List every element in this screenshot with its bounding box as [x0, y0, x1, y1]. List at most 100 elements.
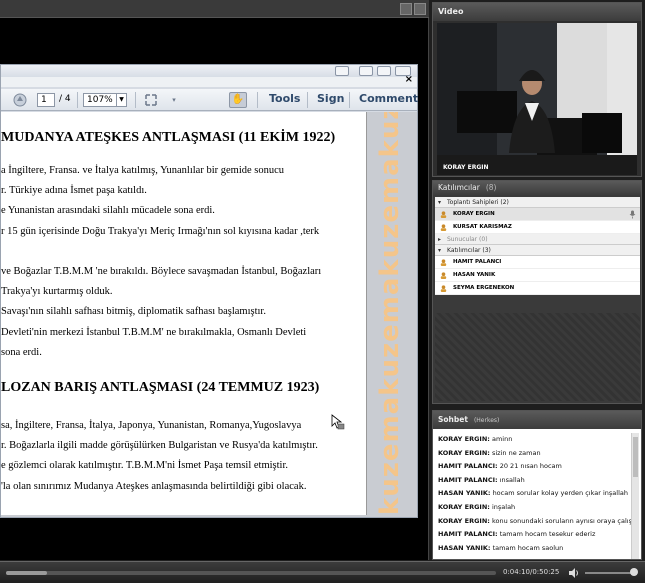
chat-message-list: KORAY ERGIN: aminn KORAY ERGIN: sizin ne …: [433, 433, 631, 559]
attendee-name: KORAY ERGIN: [453, 211, 495, 217]
chat-sender: HAMIT PALANCI:: [438, 530, 498, 539]
pdf-titlebar: [1, 65, 417, 77]
attendees-title: Katılımcılar: [438, 183, 480, 192]
attendee-row[interactable]: HAMIT PALANCI: [435, 256, 640, 269]
page-number-input[interactable]: 1: [37, 93, 55, 107]
chat-sender: KORAY ERGIN:: [438, 502, 490, 511]
document-text-line: r. Boğazlarla ilgili madde görüşülürken …: [1, 440, 318, 452]
tools-button[interactable]: Tools: [269, 92, 300, 105]
section-heading-lozan: LOZAN BARIŞ ANTLAŞMASI (24 TEMMUZ 1923): [1, 380, 320, 395]
zoom-select[interactable]: 107% ▼: [83, 93, 127, 107]
attendee-row[interactable]: HASAN YANIK: [435, 269, 640, 282]
chevron-down-icon[interactable]: ▼: [116, 94, 126, 106]
document-text-line: sa, İngiltere, Fransa, İtalya, Japonya, …: [1, 420, 302, 431]
document-text-line: 'la olan sınırımız Mudanya Ateşkes anlaş…: [1, 480, 307, 492]
attendee-group[interactable]: ▾ Katılımcılar (3): [435, 245, 640, 256]
attendees-pod: Katılımcılar (8) ▾ Toplantı Sahipleri (2) K…: [432, 180, 642, 404]
document-text-line: r 15 gün içerisinde Doğu Trakya'yı Meriç…: [1, 225, 320, 237]
chat-message: HASAN YANIK: tamam hocam saolun: [438, 542, 631, 556]
attendee-name: KURSAT KARISMAZ: [453, 224, 512, 230]
chat-sender: KORAY ERGIN:: [438, 448, 490, 457]
share-maximize-button[interactable]: [414, 3, 426, 15]
share-minimize-button[interactable]: [400, 3, 412, 15]
document-text-line: r. Türkiye adına İsmet paşa katıldı.: [1, 185, 147, 197]
attendee-row[interactable]: KORAY ERGIN: [435, 208, 640, 221]
webcam-feed[interactable]: KORAY ERGIN: [437, 23, 637, 175]
chat-title: Sohbet: [438, 415, 468, 424]
attendee-group[interactable]: ▸ Sunucular (0): [435, 234, 640, 245]
playback-bar: 0:04:10/0:50:25: [0, 561, 645, 583]
chat-text: hocam sorular kolay yerden çıkar inşalla…: [490, 489, 628, 498]
chat-sender: HAMIT PALANCI:: [438, 475, 498, 484]
attendees-pod-title: Katılımcılar (8): [433, 181, 641, 195]
document-text-line: a İngiltere, Fransa. ve İtalya katılmış,…: [1, 165, 285, 176]
toolbar-divider: [307, 92, 308, 108]
attendee-name: SEYMA ERGENEKON: [453, 285, 515, 291]
restore-icon[interactable]: [335, 66, 349, 76]
maximize-icon[interactable]: [377, 66, 391, 76]
attendee-name: HASAN YANIK: [453, 272, 496, 278]
chat-text: konu sonundaki soruların aynısı oraya ça…: [489, 516, 631, 525]
user-icon: [440, 211, 447, 218]
chat-audience[interactable]: (Herkes): [474, 417, 499, 424]
attendee-row[interactable]: KURSAT KARISMAZ: [435, 221, 640, 234]
chat-message: KORAY ERGIN: aminn: [438, 433, 631, 447]
close-document-icon[interactable]: ×: [405, 74, 413, 85]
minimize-icon[interactable]: [359, 66, 373, 76]
share-pod-topbar: [0, 0, 429, 18]
chat-sender: KORAY ERGIN:: [438, 516, 490, 525]
page-up-icon[interactable]: [13, 93, 27, 107]
playback-time: 0:04:10/0:50:25: [503, 568, 560, 576]
presenter-name-overlay: KORAY ERGIN: [443, 164, 489, 171]
document-text-line: Savaşı'nın silahlı safhası bitmiş, diplo…: [1, 306, 266, 318]
chat-message: HAMIT PALANCI: ınsallah: [438, 474, 631, 488]
chat-message: KORAY ERGIN: konu sonundaki soruların ay…: [438, 515, 631, 529]
playback-progress-track[interactable]: [6, 571, 496, 575]
chat-sender: KORAY ERGIN:: [438, 435, 490, 443]
video-pod-title: Video: [433, 3, 641, 21]
watermark-text: kuzemakuzemakuzemakuzemakuzemakuz: [375, 112, 405, 515]
toolbar-divider: [77, 92, 78, 108]
document-text-line: e Yunanistan arasındaki silahlı mücadele…: [1, 205, 215, 217]
chat-text: tamam hocam saolun: [490, 543, 564, 552]
volume-slider-knob[interactable]: [630, 568, 638, 576]
attendee-name: HAMIT PALANCI: [453, 259, 502, 265]
attendee-row[interactable]: SEYMA ERGENEKON: [435, 282, 640, 295]
toolbar-divider: [135, 92, 136, 108]
attendee-group-label: Katılımcılar (3): [447, 247, 491, 254]
chat-text: tamam hocam tesekur ederiz: [497, 530, 596, 539]
volume-slider-track[interactable]: [585, 572, 635, 574]
attendee-group[interactable]: ▾ Toplantı Sahipleri (2): [435, 197, 640, 208]
chat-message: KORAY ERGIN: sizin ne zaman: [438, 447, 631, 461]
pdf-document-area[interactable]: MUDANYA ATEŞKES ANTLAŞMASI (11 EKİM 1922…: [1, 112, 417, 517]
collapse-arrow-icon[interactable]: ▾: [438, 197, 441, 208]
expand-arrow-icon[interactable]: ▸: [438, 234, 441, 245]
collapse-arrow-icon[interactable]: ▾: [438, 245, 441, 256]
toolbar-divider: [257, 92, 258, 108]
chat-text: 20 21 nısan hocam: [497, 462, 562, 471]
section-heading-mudanya: MUDANYA ATEŞKES ANTLAŞMASI (11 EKİM 1922…: [1, 130, 336, 145]
hand-tool-icon[interactable]: ✋: [229, 92, 247, 108]
chat-sender: HAMIT PALANCI:: [438, 462, 498, 471]
chat-text: sizin ne zaman: [489, 448, 541, 457]
comment-button[interactable]: Comment: [359, 92, 418, 105]
toolbar-menu-chevron-icon[interactable]: ▾: [167, 93, 181, 107]
chat-message: KORAY ERGIN: inşalah: [438, 501, 631, 515]
chat-sender: HASAN YANIK:: [438, 543, 491, 552]
attendees-count: (8): [485, 183, 497, 192]
sign-button[interactable]: Sign: [317, 92, 344, 105]
mouse-cursor-icon: [331, 414, 345, 430]
user-icon: [440, 285, 447, 292]
document-text-line: Devleti'nin merkezi İstanbul T.B.M.M' ne…: [1, 326, 307, 338]
chat-text: inşalah: [489, 502, 516, 511]
attendees-list: ▾ Toplantı Sahipleri (2) KORAY ERGIN KURSAT…: [435, 197, 640, 295]
chat-scrollbar[interactable]: [631, 433, 639, 559]
fit-page-icon[interactable]: [144, 93, 158, 107]
scrollbar-thumb[interactable]: [633, 437, 638, 477]
attendee-group-label: Toplantı Sahipleri (2): [447, 199, 509, 206]
page-total: / 4: [59, 94, 71, 104]
pdf-doc-closebar: ×: [1, 74, 417, 87]
chat-sender: HASAN YANIK:: [438, 489, 491, 498]
attendees-empty-area: [435, 313, 640, 401]
volume-icon[interactable]: [568, 567, 580, 579]
